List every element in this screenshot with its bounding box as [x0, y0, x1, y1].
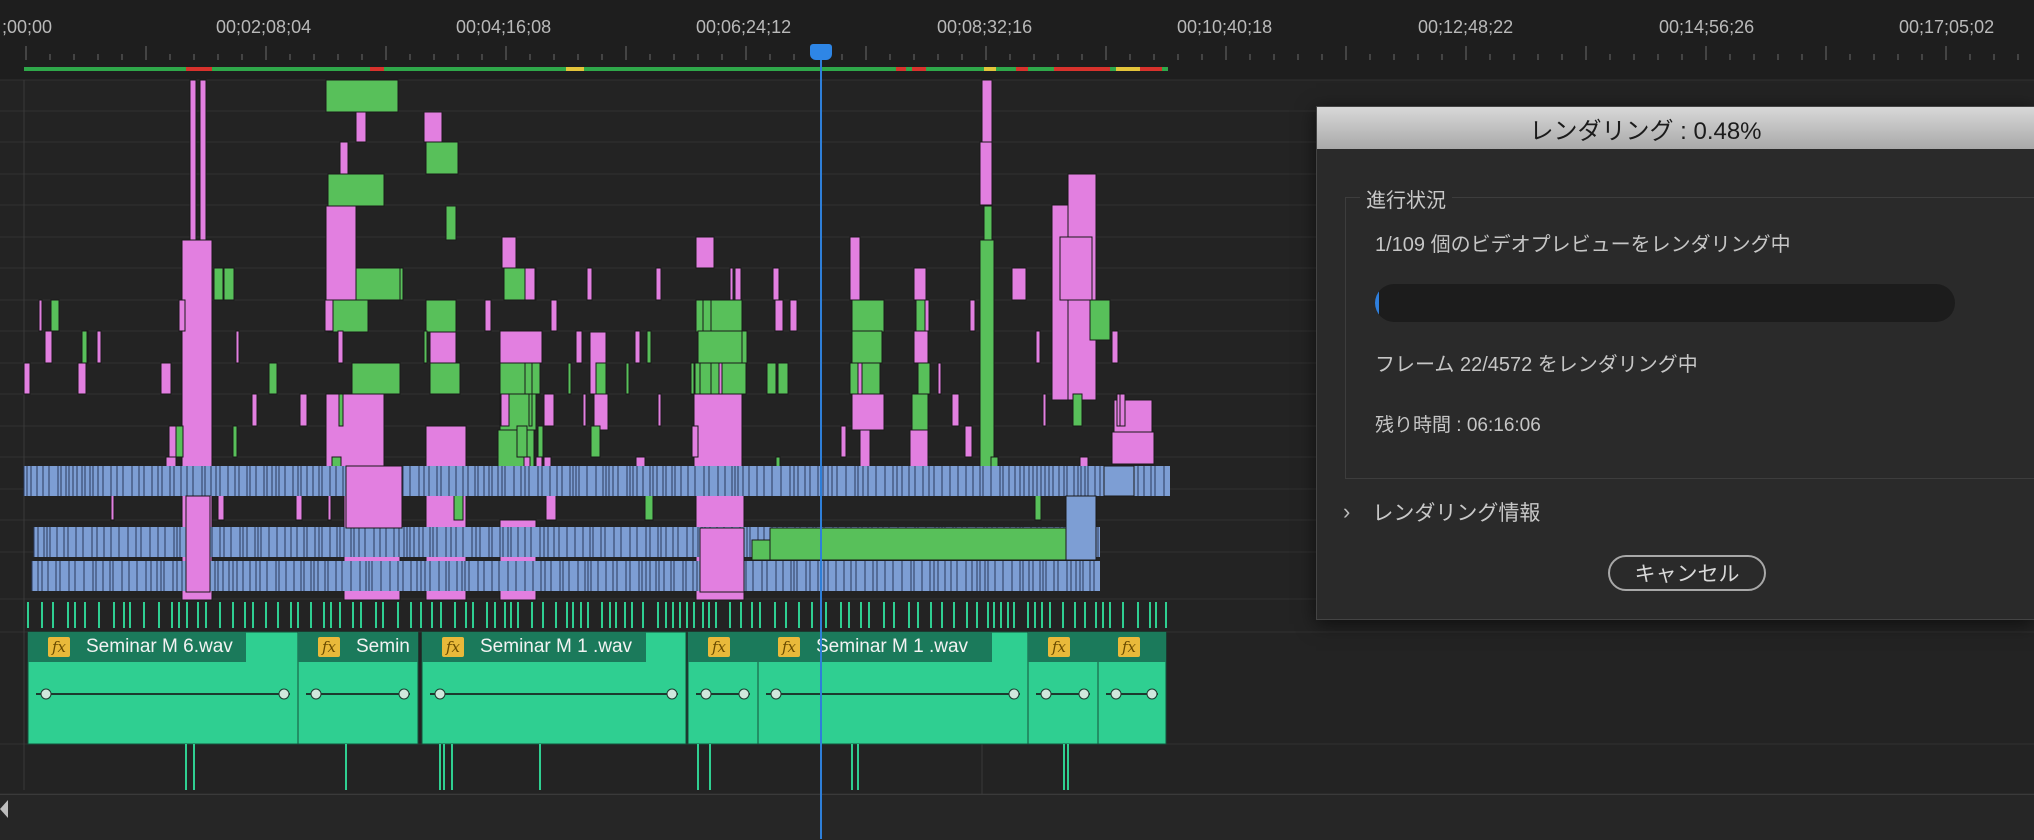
audio-clip-header[interactable]: fx [688, 632, 758, 662]
progress-group-label: 進行状況 [1360, 184, 1452, 213]
timeline-scrollbar[interactable] [0, 794, 2034, 840]
fx-badge-icon[interactable]: fx [708, 637, 730, 657]
progress-group: 進行状況 1/109 個のビデオプレビューをレンダリング中 フレーム 22/45… [1345, 184, 2034, 479]
render-info-disclosure[interactable]: › レンダリング情報 [1343, 497, 1540, 527]
audio-clip-header[interactable]: fx Seminar M 1 .wav [758, 632, 992, 662]
frame-status-text: フレーム 22/4572 をレンダリング中 [1375, 354, 1698, 376]
fx-badge-icon[interactable]: fx [442, 637, 464, 657]
scroll-left-arrow-icon[interactable] [0, 800, 8, 818]
status-text: 1/109 個のビデオプレビューをレンダリング中 [1375, 234, 1791, 256]
fx-badge-icon[interactable]: fx [1048, 637, 1070, 657]
cancel-button[interactable]: キャンセル [1608, 555, 1766, 591]
playhead-line[interactable] [820, 56, 822, 839]
progress-bar-fill [1375, 284, 1379, 322]
audio-clip-name: Seminar M 1 .wav [816, 636, 969, 657]
audio-clip-header[interactable]: fx Seminar M 6.wav [28, 632, 246, 662]
rendering-dialog: レンダリング : 0.48% 進行状況 1/109 個のビデオプレビューをレンダ… [1316, 106, 2034, 620]
audio-clip-header[interactable]: fx [1028, 632, 1098, 662]
progress-bar [1375, 284, 1955, 322]
fx-badge-icon[interactable]: fx [48, 637, 70, 657]
audio-clip-header[interactable]: fx Seminar M 1 .wav [422, 632, 646, 662]
audio-clip-name: Seminar M 6.wav [86, 636, 233, 657]
dialog-title: レンダリング : 0.48% [1317, 107, 2034, 149]
chevron-right-icon: › [1343, 499, 1351, 524]
audio-clip-name: Seminar M 1 .wav [480, 636, 633, 657]
fx-badge-icon[interactable]: fx [778, 637, 800, 657]
playhead-handle[interactable] [810, 44, 832, 60]
remaining-time-text: 残り時間 : 06:16:06 [1375, 415, 1541, 436]
audio-clip-header[interactable]: fx [1098, 632, 1166, 662]
fx-badge-icon[interactable]: fx [1118, 637, 1140, 657]
audio-clip-name: Semin [356, 636, 410, 657]
fx-badge-icon[interactable]: fx [318, 637, 340, 657]
render-info-label: レンダリング情報 [1372, 502, 1541, 525]
audio-clip-header[interactable]: fx Semin [298, 632, 418, 662]
